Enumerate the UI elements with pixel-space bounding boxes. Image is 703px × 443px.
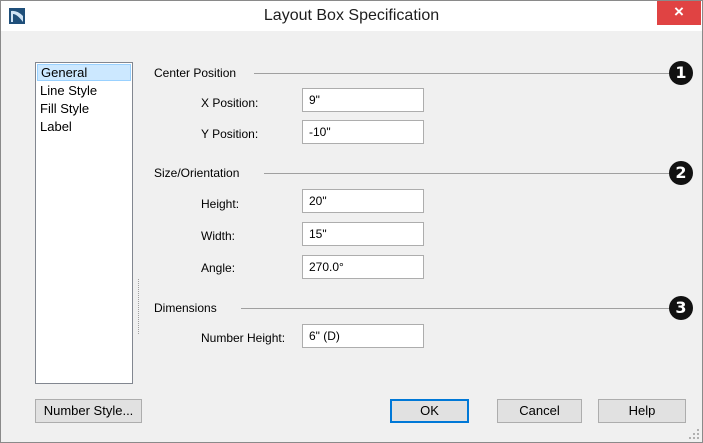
help-button[interactable]: Help [598, 399, 686, 423]
dimensions-divider [241, 308, 671, 309]
center-position-divider [254, 73, 671, 74]
angle-label: Angle: [201, 261, 236, 275]
resize-grip-icon[interactable] [689, 429, 699, 439]
close-icon: × [674, 2, 684, 21]
size-orientation-heading: Size/Orientation [154, 166, 240, 180]
height-field[interactable] [302, 189, 424, 213]
nav-item-fill-style[interactable]: Fill Style [37, 100, 131, 117]
cancel-button[interactable]: Cancel [497, 399, 582, 423]
width-label: Width: [201, 229, 236, 243]
number-height-label: Number Height: [201, 331, 286, 345]
nav-item-line-style[interactable]: Line Style [37, 82, 131, 99]
dialog-title: Layout Box Specification [263, 7, 440, 24]
x-position-label: X Position: [201, 96, 259, 110]
close-button[interactable]: × [657, 1, 701, 25]
panel-splitter[interactable] [138, 279, 141, 334]
nav-item-label[interactable]: Label [37, 118, 131, 135]
size-orientation-divider [264, 173, 671, 174]
height-label: Height: [201, 197, 240, 211]
title-bar[interactable]: Layout Box Specification × [1, 1, 702, 31]
ok-button[interactable]: OK [390, 399, 469, 423]
width-field[interactable] [302, 222, 424, 246]
y-position-label: Y Position: [201, 127, 259, 141]
number-height-field[interactable] [302, 324, 424, 348]
y-position-field[interactable] [302, 120, 424, 144]
number-style-button[interactable]: Number Style... [35, 399, 142, 423]
nav-item-general[interactable]: General [37, 64, 131, 81]
center-position-heading: Center Position [154, 66, 237, 80]
dimensions-heading: Dimensions [154, 301, 217, 315]
category-list[interactable]: General Line Style Fill Style Label [35, 62, 133, 384]
callout-3-badge: 3 [669, 296, 693, 320]
x-position-field[interactable] [302, 88, 424, 112]
callout-1-badge: 1 [669, 61, 693, 85]
dialog-window: Layout Box Specification × General Line … [0, 0, 703, 443]
dialog-body: General Line Style Fill Style Label Cent… [1, 31, 702, 442]
callout-2-badge: 2 [669, 161, 693, 185]
angle-field[interactable] [302, 255, 424, 279]
